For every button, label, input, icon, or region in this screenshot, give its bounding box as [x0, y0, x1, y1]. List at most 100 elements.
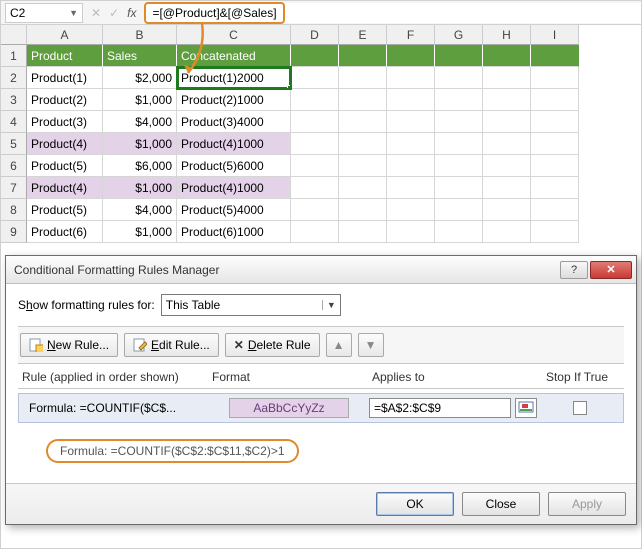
range-picker-icon [518, 401, 534, 415]
table-row: 6Product(5)$6,000Product(5)6000 [1, 155, 641, 177]
col-header-a[interactable]: A [27, 25, 103, 45]
ok-button[interactable]: OK [376, 492, 454, 516]
row-header[interactable]: 4 [1, 111, 27, 133]
cell-product[interactable]: Product(4) [27, 177, 103, 199]
rows: 1 Product Sales Concatenated 2Product(1)… [1, 45, 641, 243]
chevron-down-icon: ▼ [322, 300, 336, 310]
show-rules-label: Show formatting rules for: [18, 298, 155, 312]
applies-to-input[interactable]: =$A$2:$C$9 [369, 398, 511, 418]
rules-manager-dialog: Conditional Formatting Rules Manager ? ✕… [5, 255, 637, 525]
chevron-down-icon[interactable]: ▼ [69, 8, 78, 18]
table-row: 8Product(5)$4,000Product(5)4000 [1, 199, 641, 221]
show-rules-row: Show formatting rules for: This Table ▼ [18, 294, 624, 316]
col-rule: Rule (applied in order shown) [22, 370, 212, 384]
cell-concat[interactable]: Product(5)4000 [177, 199, 291, 221]
cell-concat[interactable]: Product(4)1000 [177, 133, 291, 155]
cell-concat[interactable]: Product(3)4000 [177, 111, 291, 133]
select-all-corner[interactable] [1, 25, 27, 45]
range-picker-button[interactable] [515, 398, 537, 418]
cell-product[interactable]: Product(5) [27, 199, 103, 221]
triangle-up-icon: ▲ [333, 338, 345, 352]
fx-icon[interactable]: fx [127, 6, 136, 20]
cell-sales[interactable]: $1,000 [103, 89, 177, 111]
triangle-down-icon: ▼ [365, 338, 377, 352]
fill-handle[interactable] [287, 85, 291, 89]
name-box[interactable]: C2 ▼ [5, 3, 83, 23]
col-header-h[interactable]: H [483, 25, 531, 45]
row-header[interactable]: 5 [1, 133, 27, 155]
cell-sales[interactable]: $4,000 [103, 199, 177, 221]
table-row: 7Product(4)$1,000Product(4)1000 [1, 177, 641, 199]
cell-concat[interactable]: Product(5)6000 [177, 155, 291, 177]
col-stop: Stop If True [534, 370, 620, 384]
edit-icon [133, 338, 147, 352]
header-product[interactable]: Product [27, 45, 103, 67]
stop-if-true-checkbox[interactable] [573, 401, 587, 415]
new-icon [29, 338, 43, 352]
row-header[interactable]: 8 [1, 199, 27, 221]
header-sales[interactable]: Sales [103, 45, 177, 67]
col-header-f[interactable]: F [387, 25, 435, 45]
close-button[interactable]: Close [462, 492, 540, 516]
header-concat[interactable]: Concatenated [177, 45, 291, 67]
row-header[interactable]: 2 [1, 67, 27, 89]
column-headers: A B C D E F G H I [1, 25, 641, 45]
cell-concat[interactable]: Product(1)2000 [177, 67, 291, 89]
cell-sales[interactable]: $1,000 [103, 177, 177, 199]
row-header[interactable]: 1 [1, 45, 27, 67]
delete-icon: ✕ [234, 338, 244, 352]
col-header-g[interactable]: G [435, 25, 483, 45]
cell-concat[interactable]: Product(6)1000 [177, 221, 291, 243]
cancel-icon[interactable]: ✕ [91, 6, 101, 20]
cell-product[interactable]: Product(4) [27, 133, 103, 155]
table-row: 2Product(1)$2,000Product(1)2000 [1, 67, 641, 89]
cell-sales[interactable]: $6,000 [103, 155, 177, 177]
cell-product[interactable]: Product(1) [27, 67, 103, 89]
cell-sales[interactable]: $1,000 [103, 221, 177, 243]
formula-input[interactable]: =[@Product]&[@Sales] [144, 3, 641, 23]
dialog-title: Conditional Formatting Rules Manager [14, 263, 560, 277]
close-icon[interactable]: ✕ [590, 261, 632, 279]
cell-sales[interactable]: $4,000 [103, 111, 177, 133]
apply-button[interactable]: Apply [548, 492, 626, 516]
col-header-e[interactable]: E [339, 25, 387, 45]
rule-detail-callout: Formula: =COUNTIF($C$2:$C$11,$C2)>1 [46, 439, 624, 463]
row-header[interactable]: 3 [1, 89, 27, 111]
formula-bar: C2 ▼ ✕ ✓ fx =[@Product]&[@Sales] [1, 1, 641, 25]
table-row: 9Product(6)$1,000Product(6)1000 [1, 221, 641, 243]
cell-product[interactable]: Product(3) [27, 111, 103, 133]
row-header[interactable]: 7 [1, 177, 27, 199]
row-header[interactable]: 9 [1, 221, 27, 243]
cell-concat[interactable]: Product(4)1000 [177, 177, 291, 199]
spreadsheet-grid: A B C D E F G H I 1 Product Sales Concat… [1, 25, 641, 243]
table-header-row: 1 Product Sales Concatenated [1, 45, 641, 67]
edit-rule-button[interactable]: Edit Rule... [124, 333, 219, 357]
new-rule-button[interactable]: NNew Rule...ew Rule... [20, 333, 118, 357]
table-row: 5Product(4)$1,000Product(4)1000 [1, 133, 641, 155]
row-header[interactable]: 6 [1, 155, 27, 177]
rules-list-header: Rule (applied in order shown) Format App… [18, 364, 624, 389]
move-down-button[interactable]: ▼ [358, 333, 384, 357]
accept-icon[interactable]: ✓ [109, 6, 119, 20]
formula-text: =[@Product]&[@Sales] [144, 2, 284, 24]
cell-product[interactable]: Product(2) [27, 89, 103, 111]
col-header-c[interactable]: C [177, 25, 291, 45]
cell-product[interactable]: Product(5) [27, 155, 103, 177]
move-up-button[interactable]: ▲ [326, 333, 352, 357]
col-header-d[interactable]: D [291, 25, 339, 45]
scope-dropdown[interactable]: This Table ▼ [161, 294, 341, 316]
formula-bar-icons: ✕ ✓ fx [83, 6, 144, 20]
col-header-i[interactable]: I [531, 25, 579, 45]
dialog-footer: OK Close Apply [6, 483, 636, 524]
help-button[interactable]: ? [560, 261, 588, 279]
table-row: 4Product(3)$4,000Product(3)4000 [1, 111, 641, 133]
cell-product[interactable]: Product(6) [27, 221, 103, 243]
cell-concat[interactable]: Product(2)1000 [177, 89, 291, 111]
dialog-titlebar[interactable]: Conditional Formatting Rules Manager ? ✕ [6, 256, 636, 284]
col-header-b[interactable]: B [103, 25, 177, 45]
delete-rule-button[interactable]: ✕ Delete Rule [225, 333, 320, 357]
cell-sales[interactable]: $1,000 [103, 133, 177, 155]
cell-sales[interactable]: $2,000 [103, 67, 177, 89]
col-format: Format [212, 370, 372, 384]
rule-row[interactable]: Formula: =COUNTIF($C$... AaBbCcYyZz =$A$… [18, 393, 624, 423]
